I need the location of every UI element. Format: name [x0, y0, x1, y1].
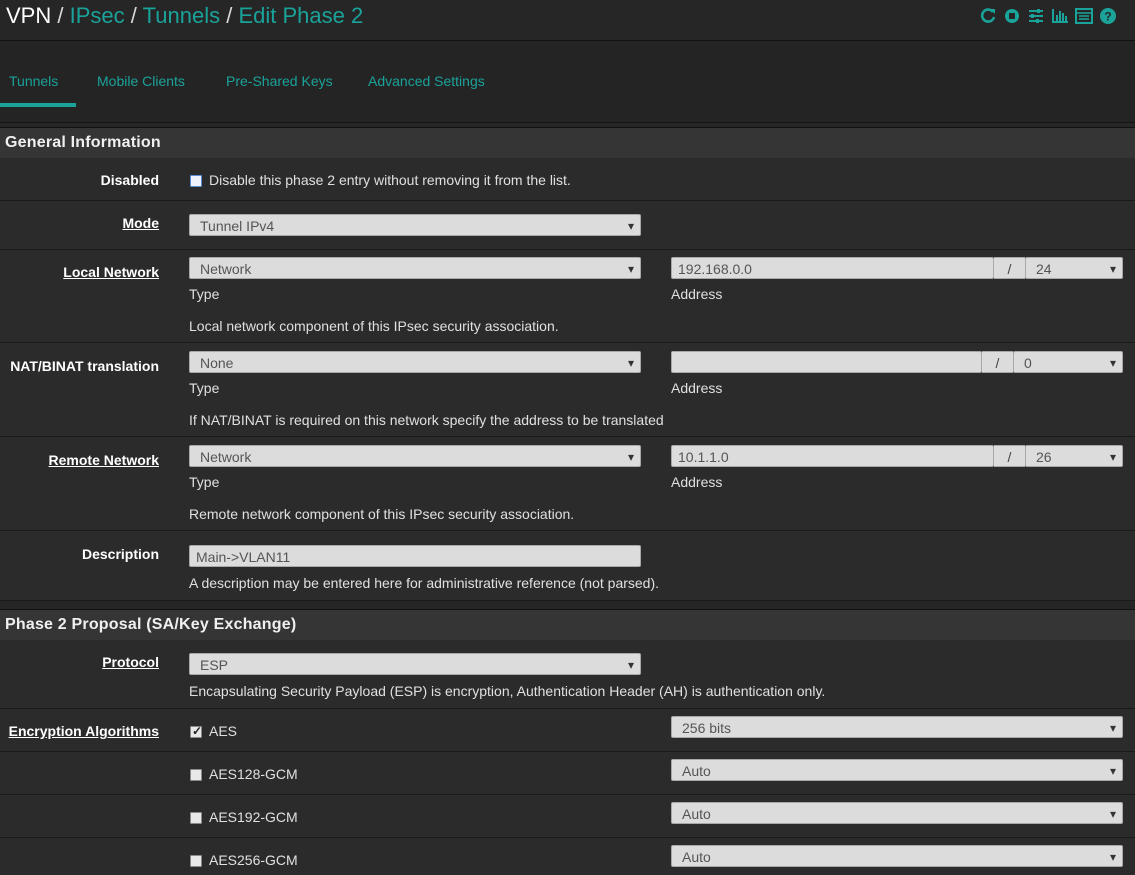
description-input[interactable]: Main->VLAN11 [189, 545, 641, 567]
aes128-gcm-label: AES128-GCM [209, 766, 298, 782]
label-protocol[interactable]: Protocol [102, 654, 159, 670]
svg-text:?: ? [1104, 10, 1111, 24]
remote-network-type-caption: Type [189, 474, 220, 490]
disabled-text: Disable this phase 2 entry without remov… [209, 172, 571, 188]
reload-icon[interactable] [979, 7, 997, 25]
local-network-address-caption: Address [671, 286, 723, 302]
aes192-gcm-checkbox[interactable] [190, 812, 202, 824]
breadcrumb-separator: / [226, 3, 233, 28]
panel-title-general: General Information [0, 127, 1135, 159]
breadcrumb: VPN / IPsec / Tunnels / Edit Phase 2 [6, 3, 363, 29]
local-network-help: Local network component of this IPsec se… [189, 318, 559, 334]
breadcrumb-edit-phase-2: Edit Phase 2 [238, 3, 364, 28]
nat-address-caption: Address [671, 380, 723, 396]
aes-label: AES [209, 723, 238, 739]
tab-advanced-settings[interactable]: Advanced Settings [368, 73, 485, 89]
local-network-type-select[interactable]: Network [189, 257, 641, 280]
breadcrumb-ipsec[interactable]: IPsec [70, 3, 125, 28]
remote-network-help: Remote network component of this IPsec s… [189, 506, 575, 522]
nat-slash: / [982, 351, 1013, 373]
remote-network-slash: / [994, 445, 1025, 467]
local-network-address-input[interactable]: 192.168.0.0 [671, 257, 994, 279]
aes256-gcm-keylen-select[interactable]: Auto [671, 845, 1123, 868]
nat-type-caption: Type [189, 380, 220, 396]
chart-icon[interactable] [1051, 7, 1069, 25]
protocol-select[interactable]: ESP [189, 653, 641, 676]
stop-icon[interactable] [1003, 7, 1021, 25]
sliders-icon[interactable] [1027, 7, 1045, 25]
label-remote-network[interactable]: Remote Network [49, 452, 159, 468]
disabled-checkbox[interactable] [190, 175, 202, 187]
tab-mobile-clients[interactable]: Mobile Clients [97, 73, 185, 89]
remote-network-cidr-select[interactable]: 26 [1025, 445, 1123, 468]
aes128-gcm-keylen-select[interactable]: Auto [671, 759, 1123, 782]
nat-cidr-select[interactable]: 0 [1013, 351, 1123, 374]
label-encryption-algorithms[interactable]: Encryption Algorithms [9, 723, 159, 739]
label-nat-binat: NAT/BINAT translation [10, 358, 159, 374]
breadcrumb-separator: / [130, 3, 137, 28]
description-help: A description may be entered here for ad… [189, 575, 660, 591]
nat-type-select[interactable]: None [189, 351, 641, 374]
aes192-gcm-keylen-select[interactable]: Auto [671, 802, 1123, 825]
remote-network-address-caption: Address [671, 474, 723, 490]
breadcrumb-tunnels[interactable]: Tunnels [143, 3, 220, 28]
panel-title-proposal: Phase 2 Proposal (SA/Key Exchange) [0, 609, 1135, 641]
aes128-gcm-checkbox[interactable] [190, 769, 202, 781]
header-icons: ? [979, 7, 1117, 25]
tab-pre-shared-keys[interactable]: Pre-Shared Keys [226, 73, 333, 89]
tab-tunnels[interactable]: Tunnels [9, 73, 58, 89]
label-disabled: Disabled [100, 172, 159, 188]
active-tab-indicator [0, 103, 76, 107]
local-network-type-caption: Type [189, 286, 220, 302]
label-local-network[interactable]: Local Network [63, 264, 159, 280]
aes256-gcm-checkbox[interactable] [190, 855, 202, 867]
local-network-slash: / [994, 257, 1025, 279]
protocol-help: Encapsulating Security Payload (ESP) is … [189, 683, 826, 699]
local-network-cidr-select[interactable]: 24 [1025, 257, 1123, 280]
breadcrumb-separator: / [57, 3, 64, 28]
remote-network-type-select[interactable]: Network [189, 445, 641, 468]
aes192-gcm-label: AES192-GCM [209, 809, 298, 825]
remote-network-address-input[interactable]: 10.1.1.0 [671, 445, 994, 467]
nat-help: If NAT/BINAT is required on this network… [189, 412, 664, 428]
nat-address-input[interactable] [671, 351, 982, 373]
table-icon[interactable] [1075, 7, 1093, 25]
label-mode[interactable]: Mode [122, 215, 159, 231]
label-description: Description [81, 546, 159, 562]
help-icon[interactable]: ? [1099, 7, 1117, 25]
aes-checkbox[interactable] [190, 724, 202, 738]
aes-keylen-select[interactable]: 256 bits [671, 716, 1123, 739]
aes256-gcm-label: AES256-GCM [209, 852, 298, 868]
breadcrumb-vpn: VPN [6, 3, 52, 28]
mode-select[interactable]: Tunnel IPv4 [189, 214, 641, 237]
